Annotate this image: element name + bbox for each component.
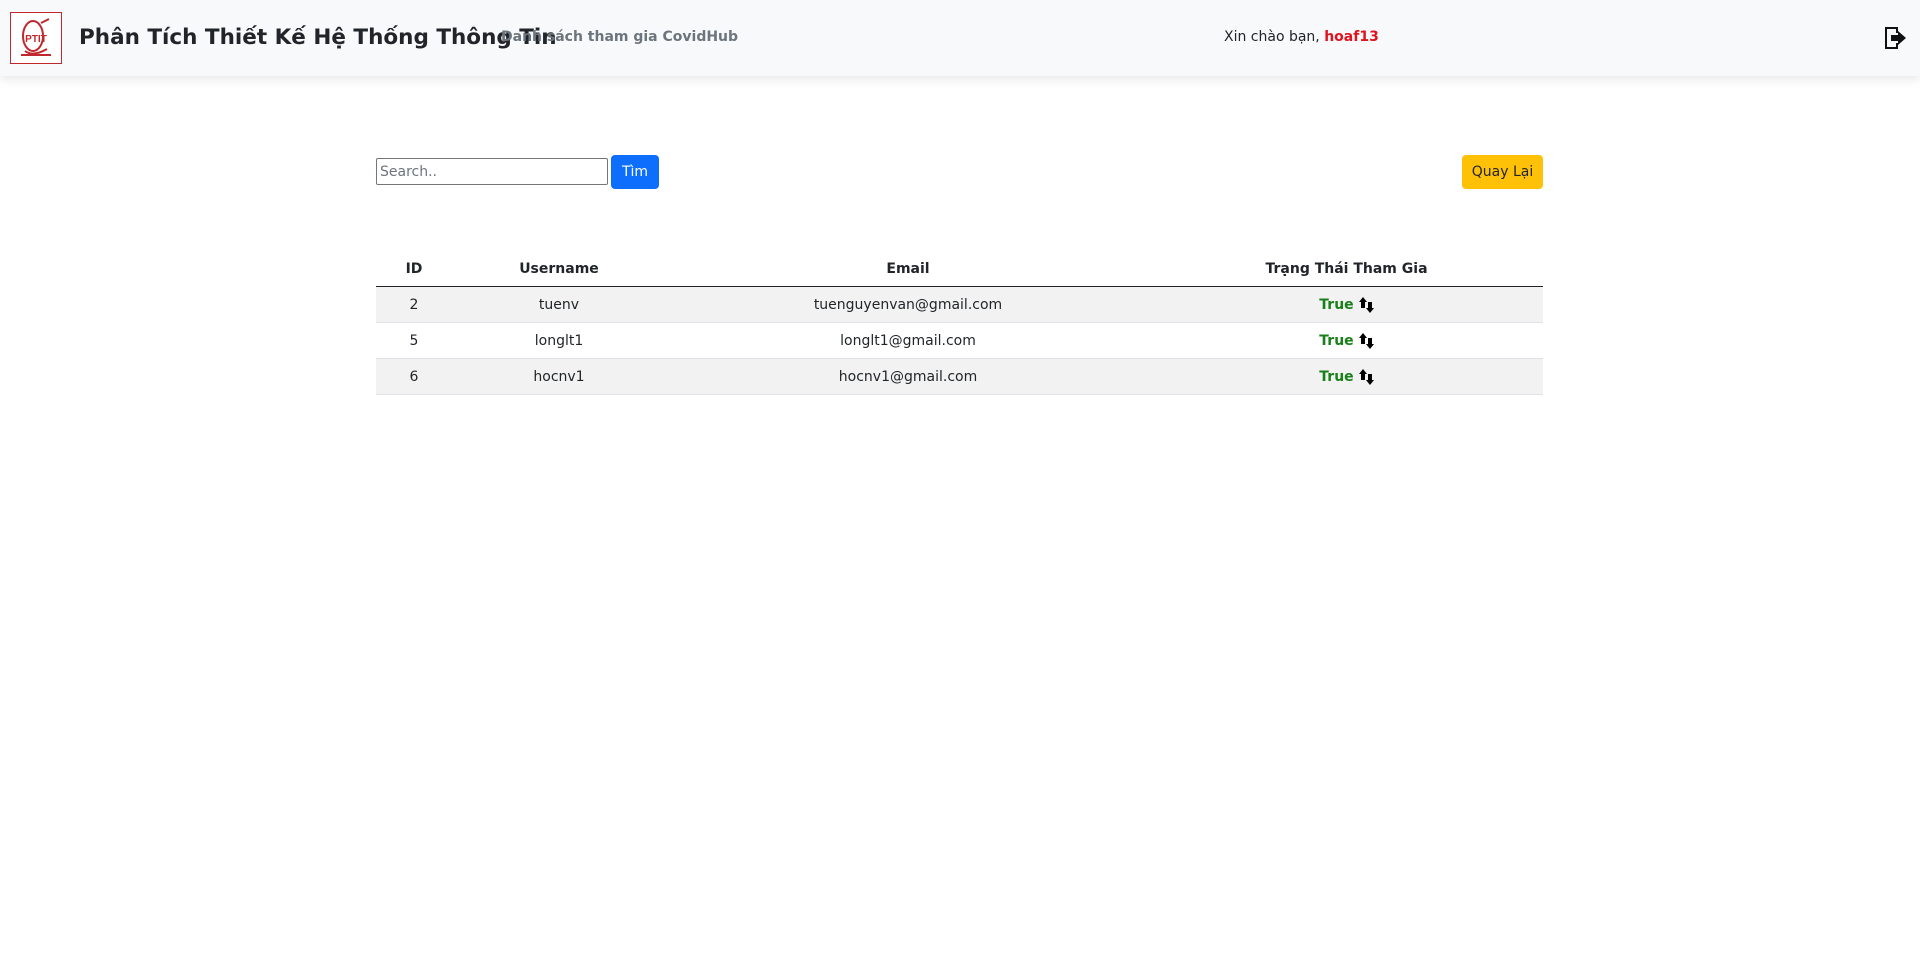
cell-username: tuenv [452, 286, 666, 323]
nav-link-participants[interactable]: Danh sách tham gia CovidHub [501, 29, 738, 45]
sign-out-icon[interactable] [1882, 25, 1908, 51]
cell-username: longlt1 [452, 322, 666, 359]
greeting-prefix: Xin chào bạn, [1224, 29, 1320, 45]
cell-email: tuenguyenvan@gmail.com [666, 286, 1150, 323]
cell-status: True [1150, 358, 1543, 395]
table-row: 6 hocnv1 hocnv1@gmail.com True [376, 358, 1543, 395]
table-row: 2 tuenv tuenguyenvan@gmail.com True [376, 286, 1543, 323]
status-value: True [1319, 296, 1354, 313]
column-header-status: Trạng Thái Tham Gia [1150, 251, 1543, 287]
cell-status: True [1150, 322, 1543, 359]
sort-toggle-icon[interactable] [1358, 368, 1374, 385]
column-header-id: ID [376, 251, 452, 287]
cell-status: True [1150, 286, 1543, 323]
search-button[interactable]: Tìm [611, 155, 659, 189]
navbar: PTIT Phân Tích Thiết Kế Hệ Thống Thông T… [0, 0, 1920, 76]
cell-email: longlt1@gmail.com [666, 322, 1150, 359]
column-header-username: Username [452, 251, 666, 287]
brand-title[interactable]: Phân Tích Thiết Kế Hệ Thống Thông Tin [79, 25, 557, 50]
sort-toggle-icon[interactable] [1358, 332, 1374, 349]
status-value: True [1319, 368, 1354, 385]
greeting-username: hoaf13 [1324, 29, 1379, 45]
cell-username: hocnv1 [452, 358, 666, 395]
table-header-row: ID Username Email Trạng Thái Tham Gia [376, 251, 1543, 287]
back-button[interactable]: Quay Lại [1462, 155, 1543, 189]
column-header-email: Email [666, 251, 1150, 287]
sort-toggle-icon[interactable] [1358, 296, 1374, 313]
ptit-logo[interactable]: PTIT [10, 12, 62, 64]
cell-id: 6 [376, 358, 452, 395]
cell-id: 5 [376, 322, 452, 359]
search-input[interactable] [376, 158, 608, 185]
status-value: True [1319, 332, 1354, 349]
table-row: 5 longlt1 longlt1@gmail.com True [376, 322, 1543, 359]
logo-text: PTIT [25, 34, 47, 45]
participants-table: ID Username Email Trạng Thái Tham Gia 2 … [376, 251, 1543, 395]
greeting: Xin chào bạn, hoaf13 [1224, 29, 1379, 45]
cell-id: 2 [376, 286, 452, 323]
cell-email: hocnv1@gmail.com [666, 358, 1150, 395]
